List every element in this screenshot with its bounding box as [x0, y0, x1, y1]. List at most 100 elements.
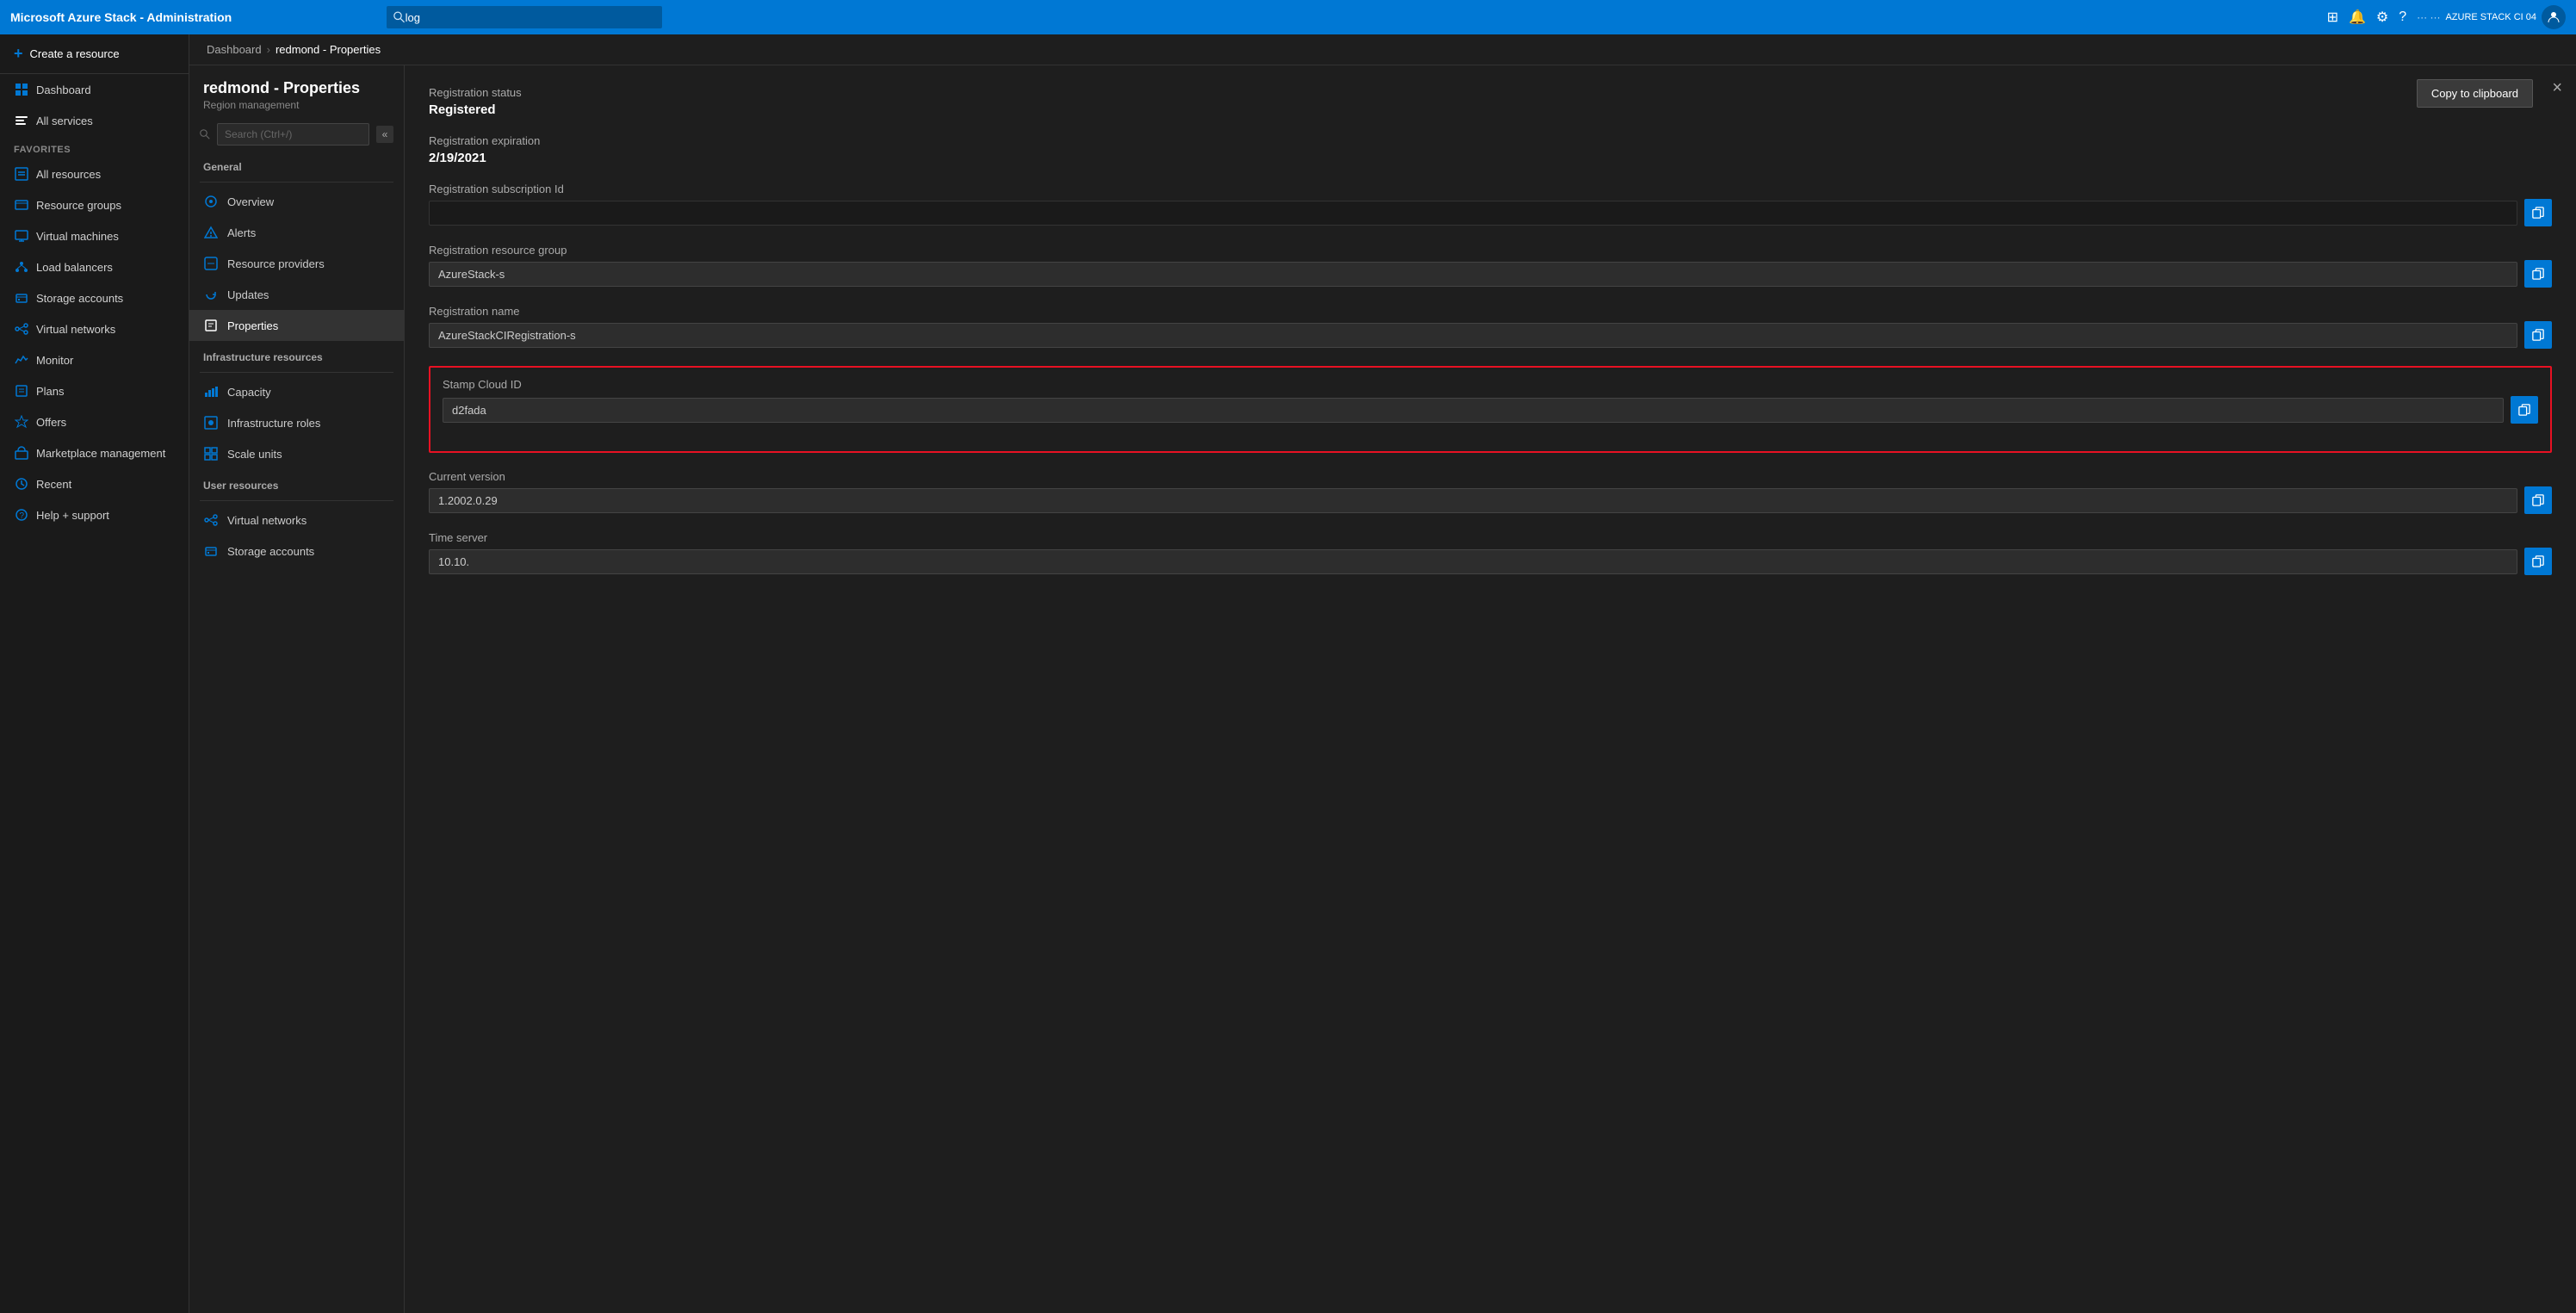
sidebar-item-load-balancers[interactable]: Load balancers [0, 251, 189, 282]
capacity-icon [203, 384, 219, 399]
sidebar-item-help-support[interactable]: ? Help + support [0, 499, 189, 530]
sidebar-virtual-networks-label: Virtual networks [36, 323, 115, 336]
nav-item-capacity[interactable]: Capacity [189, 376, 404, 407]
nav-item-storage-accounts[interactable]: Storage accounts [189, 536, 404, 567]
breadcrumb-current: redmond - Properties [276, 43, 381, 56]
registration-resource-group-row: Registration resource group AzureStack-s [429, 244, 2552, 288]
nav-panel-subtitle: Region management [203, 99, 390, 111]
sidebar-marketplace-label: Marketplace management [36, 447, 165, 460]
copy-icon [2532, 207, 2544, 219]
favorites-label: FAVORITES [0, 136, 189, 158]
user-menu[interactable]: ··· ··· AZURE STACK CI 04 [2417, 5, 2566, 29]
close-button[interactable]: × [2552, 79, 2562, 96]
storage-nav-icon [203, 543, 219, 559]
sidebar-all-services-label: All services [36, 115, 93, 127]
topbar: Microsoft Azure Stack - Administration ⊞… [0, 0, 2576, 34]
sidebar-item-marketplace[interactable]: Marketplace management [0, 437, 189, 468]
portal-icon[interactable]: ⊞ [2327, 9, 2338, 26]
sidebar-virtual-machines-label: Virtual machines [36, 230, 119, 243]
content-area: Dashboard › redmond - Properties redmond… [189, 34, 2576, 1313]
marketplace-icon [14, 445, 29, 461]
search-box[interactable] [387, 6, 662, 28]
nav-search-row: « [189, 118, 404, 151]
registration-name-label: Registration name [429, 305, 2552, 318]
nav-section-infrastructure: Infrastructure resources [189, 341, 404, 369]
virtual-machines-icon [14, 228, 29, 244]
registration-subscription-id-field [429, 201, 2517, 226]
sidebar-item-virtual-machines[interactable]: Virtual machines [0, 220, 189, 251]
avatar [2542, 5, 2566, 29]
registration-name-field: AzureStackCIRegistration-s [429, 323, 2517, 348]
sidebar-help-support-label: Help + support [36, 509, 109, 522]
offers-icon [14, 414, 29, 430]
create-resource-label: Create a resource [30, 47, 120, 60]
breadcrumb-dashboard[interactable]: Dashboard [207, 43, 262, 56]
copy-subscription-id-button[interactable] [2524, 199, 2552, 226]
create-resource-button[interactable]: + Create a resource [0, 34, 189, 74]
sidebar-item-resource-groups[interactable]: Resource groups [0, 189, 189, 220]
search-input[interactable] [406, 11, 656, 24]
topbar-icons: ⊞ 🔔 ⚙ ? ··· ··· AZURE STACK CI 04 [2327, 5, 2566, 29]
sidebar-item-plans[interactable]: Plans [0, 375, 189, 406]
nav-item-virtual-networks[interactable]: Virtual networks [189, 505, 404, 536]
bell-icon[interactable]: 🔔 [2349, 9, 2366, 26]
registration-resource-group-field: AzureStack-s [429, 262, 2517, 287]
sidebar-item-storage-accounts[interactable]: Storage accounts [0, 282, 189, 313]
nav-section-general: General [189, 151, 404, 178]
nav-virtual-networks-label: Virtual networks [227, 514, 307, 527]
sidebar-item-all-services[interactable]: All services [0, 105, 189, 136]
registration-subscription-id-label: Registration subscription Id [429, 183, 2552, 195]
nav-item-alerts[interactable]: Alerts [189, 217, 404, 248]
help-icon[interactable]: ? [2399, 9, 2406, 25]
load-balancers-icon [14, 259, 29, 275]
copy-time-server-button[interactable] [2524, 548, 2552, 575]
sidebar-all-resources-label: All resources [36, 168, 101, 181]
copy-icon-6 [2532, 555, 2544, 567]
nav-storage-accounts-label: Storage accounts [227, 545, 314, 558]
nav-item-scale-units[interactable]: Scale units [189, 438, 404, 469]
registration-expiration-label: Registration expiration [429, 134, 2552, 147]
current-version-label: Current version [429, 470, 2552, 483]
resource-groups-icon [14, 197, 29, 213]
nav-item-updates[interactable]: Updates [189, 279, 404, 310]
sidebar-storage-accounts-label: Storage accounts [36, 292, 123, 305]
registration-expiration-value: 2/19/2021 [429, 151, 2552, 165]
sidebar-item-monitor[interactable]: Monitor [0, 344, 189, 375]
current-version-field-row: 1.2002.0.29 [429, 486, 2552, 514]
nav-divider-2 [200, 372, 393, 373]
sidebar-item-virtual-networks[interactable]: Virtual networks [0, 313, 189, 344]
copy-resource-group-button[interactable] [2524, 260, 2552, 288]
nav-item-infrastructure-roles[interactable]: Infrastructure roles [189, 407, 404, 438]
current-version-row: Current version 1.2002.0.29 [429, 470, 2552, 514]
time-server-label: Time server [429, 531, 2552, 544]
sidebar-item-recent[interactable]: Recent [0, 468, 189, 499]
nav-item-properties[interactable]: Properties [189, 310, 404, 341]
vnet-nav-icon [203, 512, 219, 528]
registration-status-label: Registration status [429, 86, 2552, 99]
time-server-field: 10.10. [429, 549, 2517, 574]
registration-expiration-row: Registration expiration 2/19/2021 [429, 134, 2552, 165]
nav-section-user-resources: User resources [189, 469, 404, 497]
nav-divider-1 [200, 182, 393, 183]
sidebar-item-dashboard[interactable]: Dashboard [0, 74, 189, 105]
registration-status-value: Registered [429, 102, 2552, 117]
app-title: Microsoft Azure Stack - Administration [10, 10, 232, 24]
registration-name-field-row: AzureStackCIRegistration-s [429, 321, 2552, 349]
settings-icon[interactable]: ⚙ [2376, 9, 2388, 26]
virtual-networks-icon [14, 321, 29, 337]
copy-current-version-button[interactable] [2524, 486, 2552, 514]
copy-stamp-cloud-id-button[interactable] [2511, 396, 2538, 424]
properties-icon [203, 318, 219, 333]
all-services-icon [14, 113, 29, 128]
copy-icon-3 [2532, 329, 2544, 341]
time-server-row: Time server 10.10. [429, 531, 2552, 575]
sidebar-item-offers[interactable]: Offers [0, 406, 189, 437]
resource-providers-icon [203, 256, 219, 271]
nav-search-input[interactable] [217, 123, 369, 146]
sidebar-item-all-resources[interactable]: All resources [0, 158, 189, 189]
nav-item-overview[interactable]: Overview [189, 186, 404, 217]
user-label: AZURE STACK CI 04 [2445, 12, 2536, 22]
nav-item-resource-providers[interactable]: Resource providers [189, 248, 404, 279]
collapse-nav-button[interactable]: « [376, 126, 393, 143]
copy-registration-name-button[interactable] [2524, 321, 2552, 349]
